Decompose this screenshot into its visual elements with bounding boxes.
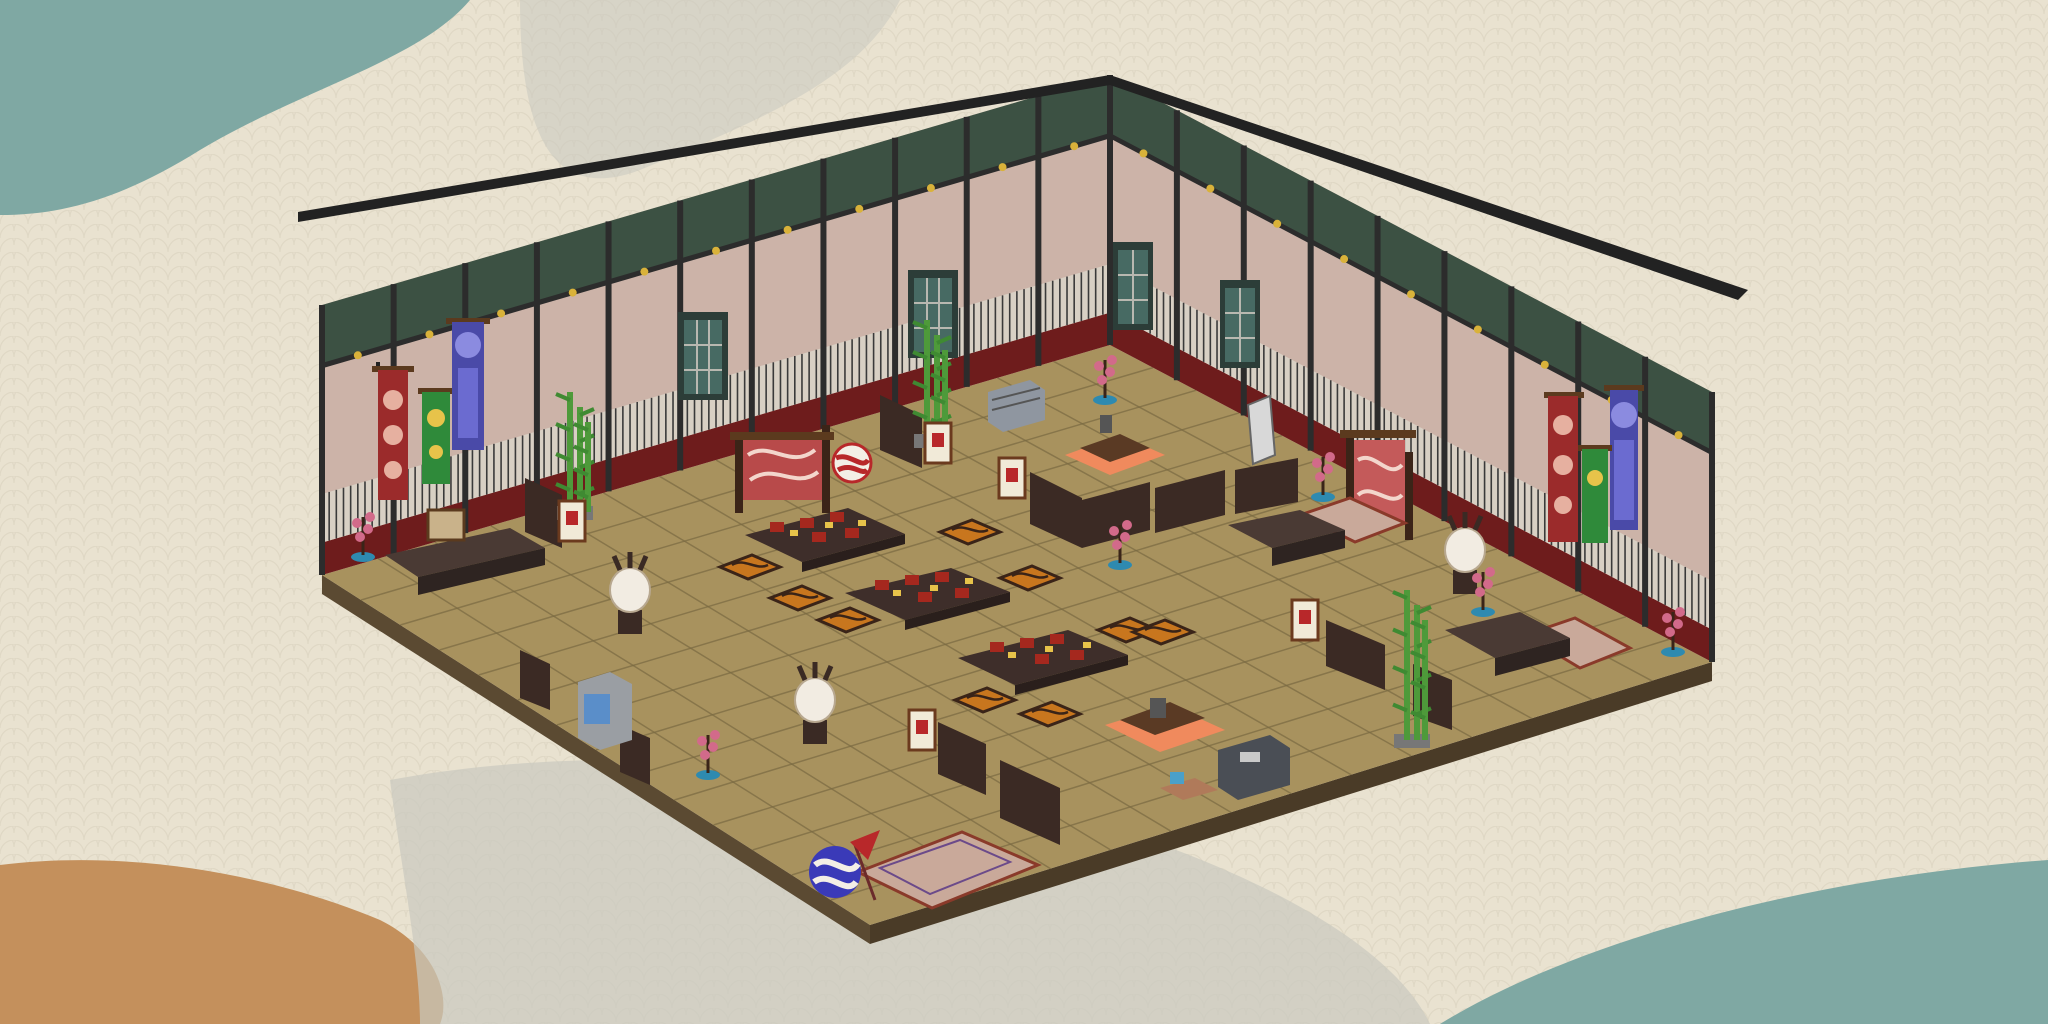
plum-blossom	[700, 750, 710, 760]
plum-blossom	[1475, 587, 1485, 597]
gold-ornament	[855, 204, 864, 213]
signboard	[1246, 394, 1277, 466]
gold-ornament	[568, 288, 577, 297]
lantern-shade	[1444, 527, 1486, 573]
gold-ornament	[1473, 325, 1482, 334]
plum-blossom	[1094, 361, 1104, 371]
plum-blossom	[365, 512, 375, 522]
plum-blossom	[363, 524, 373, 534]
lantern-stand	[1453, 570, 1477, 594]
andon-emblem	[932, 433, 944, 447]
gold-ornament	[1070, 142, 1079, 151]
andon-emblem	[1299, 610, 1311, 624]
plum-blossom	[1323, 464, 1333, 474]
hanging-scroll-green-left	[418, 388, 454, 484]
andon-emblem	[566, 511, 578, 525]
gold-ornament	[425, 330, 434, 339]
vending-machine	[578, 672, 632, 750]
ball-ornament-red	[831, 442, 873, 484]
gold-ornament	[353, 351, 362, 360]
plum-blossom	[697, 736, 707, 746]
gold-ornament	[998, 163, 1007, 172]
plum-blossom	[1109, 526, 1119, 536]
lantern-stand	[618, 610, 642, 634]
gold-ornament	[497, 309, 506, 318]
hanging-scroll-green-right	[1578, 445, 1612, 543]
window-right-1	[1113, 242, 1153, 330]
plum-blossom	[1105, 367, 1115, 377]
room-scene	[0, 0, 2048, 1024]
bamboo-stalk	[567, 392, 573, 512]
bamboo-stalk	[1422, 620, 1428, 740]
ball-ornament-blue	[809, 846, 861, 898]
plum-blossom	[1312, 458, 1322, 468]
plum-blossom	[710, 730, 720, 740]
gold-ornament	[783, 225, 792, 234]
plum-blossom	[1485, 567, 1495, 577]
gold-ornament	[1206, 184, 1215, 193]
gold-ornament	[1340, 255, 1349, 264]
lantern-stand	[803, 720, 827, 744]
plum-blossom	[1673, 619, 1683, 629]
gold-ornament	[1540, 360, 1549, 369]
hanging-scroll-purple-left	[446, 318, 490, 450]
hanging-scroll-red-right	[1544, 392, 1584, 542]
plum-blossom	[1325, 452, 1335, 462]
plum-blossom	[1675, 607, 1685, 617]
gold-ornament	[1407, 290, 1415, 299]
gold-ornament	[1273, 219, 1282, 228]
lantern-shade	[794, 677, 836, 723]
plum-blossom	[1483, 579, 1493, 589]
folding-screen-left	[730, 425, 834, 513]
plum-blossom	[1665, 627, 1675, 637]
window-left-2	[908, 270, 958, 358]
plum-blossom	[1472, 573, 1482, 583]
window-right-2	[1220, 280, 1260, 368]
hanging-scroll-purple-right	[1604, 385, 1644, 530]
plum-blossom	[1112, 540, 1122, 550]
gold-ornament	[926, 184, 935, 193]
lantern-shade	[609, 567, 651, 613]
gold-ornament	[1139, 149, 1148, 158]
bamboo-stalk	[1404, 590, 1410, 740]
hanging-scroll-red-left	[372, 362, 414, 500]
plum-blossom	[1662, 613, 1672, 623]
gold-ornament	[712, 246, 720, 255]
plum-blossom	[1107, 355, 1117, 365]
window-left-1	[678, 312, 728, 400]
plum-blossom	[708, 742, 718, 752]
plum-blossom	[1120, 532, 1130, 542]
plum-blossom	[1315, 472, 1325, 482]
andon-emblem	[916, 720, 928, 734]
gold-ornament	[1674, 431, 1683, 440]
gold-ornament	[640, 267, 649, 276]
andon-emblem	[1006, 468, 1018, 482]
plum-blossom	[355, 532, 365, 542]
plum-blossom	[1097, 375, 1107, 385]
plum-blossom	[1122, 520, 1132, 530]
plum-blossom	[352, 518, 362, 528]
